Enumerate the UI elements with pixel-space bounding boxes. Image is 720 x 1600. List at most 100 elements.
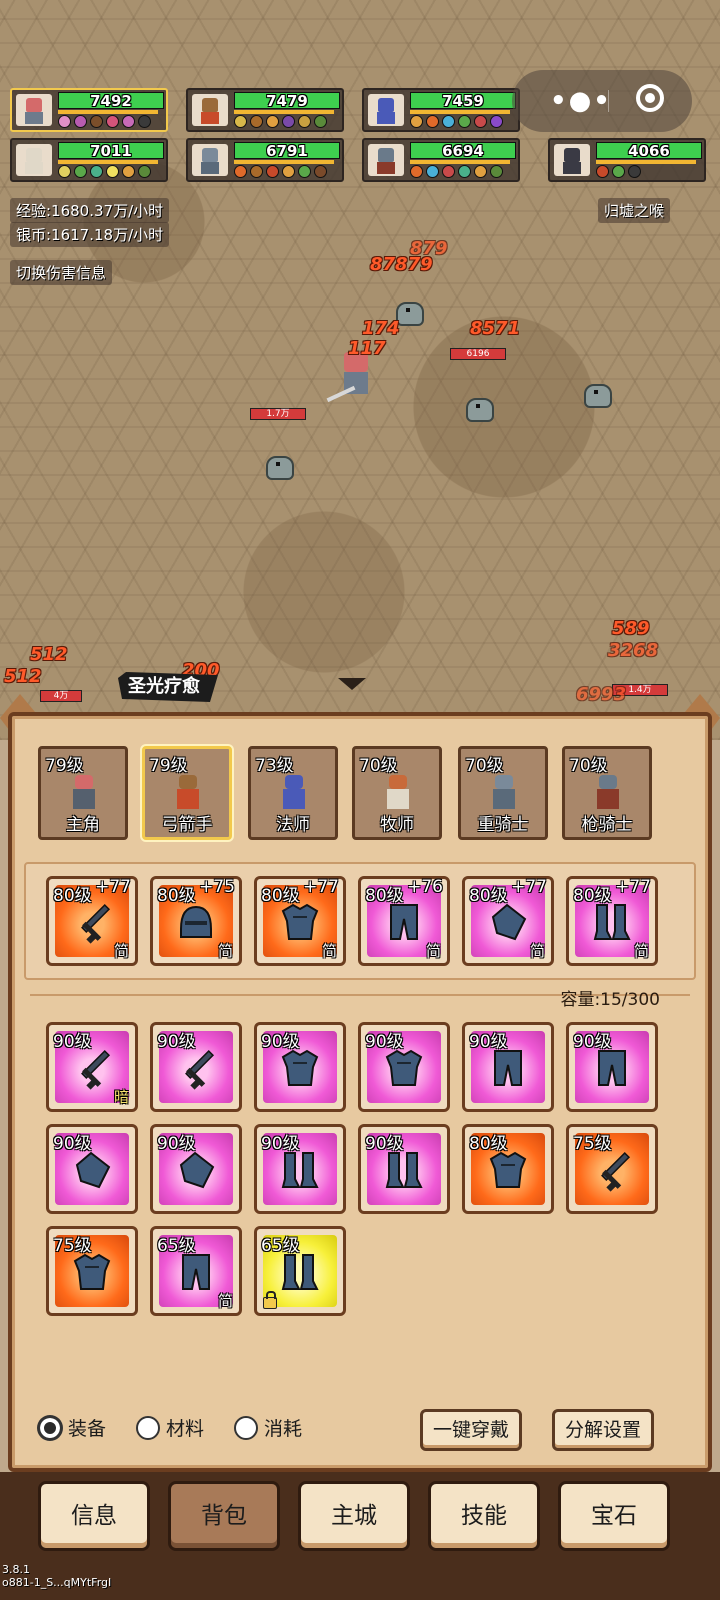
- damage-number: 589: [612, 618, 650, 639]
- item-level: 80级: [469, 1134, 508, 1154]
- target-ring-icon[interactable]: [636, 84, 664, 112]
- monster[interactable]: [462, 392, 498, 424]
- filter-materials[interactable]: 材料: [136, 1414, 204, 1441]
- hp-bar: 7479: [234, 92, 340, 110]
- item-tag: 简: [217, 942, 233, 960]
- hp-value: 7459: [442, 92, 484, 110]
- filter-equipment[interactable]: 装备: [38, 1414, 106, 1441]
- decompose-settings-button[interactable]: 分解设置: [552, 1409, 655, 1451]
- item-slot[interactable]: 80级 +76 简: [358, 876, 450, 966]
- monster[interactable]: [580, 378, 616, 410]
- party-member-4[interactable]: 7011: [10, 138, 168, 182]
- monster[interactable]: [262, 450, 298, 482]
- skill-cast-banner: 圣光疗愈: [118, 672, 218, 702]
- hero-portrait: [368, 144, 404, 176]
- item-slot[interactable]: 90级: [566, 1022, 658, 1112]
- hp-bar: 7011: [58, 142, 164, 160]
- item-tag: 简: [633, 942, 649, 960]
- class-tab-lance-knight[interactable]: 70级 枪骑士: [562, 746, 652, 840]
- item-level: 65级: [157, 1236, 196, 1256]
- item-slot[interactable]: 80级 +77 简: [254, 876, 346, 966]
- hp-bar: 4066: [596, 142, 702, 160]
- radio-button[interactable]: [136, 1415, 160, 1440]
- area-name: 归墟之喉: [598, 198, 671, 223]
- damage-number: 8571: [470, 318, 521, 339]
- silver-rate: 银币:1617.18万/小时: [10, 222, 170, 247]
- enemy-hp-label: 4万: [40, 690, 82, 702]
- item-level: 80级: [157, 886, 196, 906]
- item-level: 90级: [53, 1134, 92, 1154]
- item-slot[interactable]: 90级: [358, 1124, 450, 1214]
- item-slot[interactable]: 90级: [254, 1022, 346, 1112]
- item-slot[interactable]: 75级: [46, 1226, 138, 1316]
- class-name: 弓箭手: [161, 815, 213, 835]
- filter-label: 消耗: [264, 1418, 303, 1440]
- class-name: 法师: [276, 815, 310, 835]
- item-slot[interactable]: 90级: [46, 1124, 138, 1214]
- party-member-1[interactable]: 7492: [10, 88, 168, 132]
- item-tag: 简: [113, 942, 129, 960]
- class-tab-priest[interactable]: 70级 牧师: [352, 746, 442, 840]
- nav-city-button[interactable]: 主城: [298, 1481, 410, 1551]
- item-slot[interactable]: 65级: [254, 1226, 346, 1316]
- nav-skills-button[interactable]: 技能: [428, 1481, 540, 1551]
- hero-portrait: [16, 94, 52, 126]
- party-member-2[interactable]: 7479: [186, 88, 344, 132]
- skill-icons: [58, 165, 151, 179]
- class-tab-mage[interactable]: 73级 法师: [248, 746, 338, 840]
- skill-icons: [410, 115, 503, 129]
- class-level: 70级: [465, 756, 504, 776]
- enhance-level: +77: [615, 877, 651, 897]
- item-slot[interactable]: 90级: [150, 1022, 242, 1112]
- item-level: 90级: [365, 1032, 404, 1052]
- class-name: 牧师: [380, 815, 414, 835]
- radio-button[interactable]: [38, 1415, 62, 1440]
- collapse-panel-arrow-icon[interactable]: [338, 678, 366, 690]
- class-name: 枪骑士: [581, 815, 633, 835]
- class-portrait: [69, 775, 99, 813]
- class-portrait: [489, 775, 519, 813]
- item-slot[interactable]: 90级: [358, 1022, 450, 1112]
- mp-bar: [596, 160, 696, 164]
- filter-consumables[interactable]: 消耗: [234, 1414, 302, 1441]
- party-member-5[interactable]: 6791: [186, 138, 344, 182]
- item-level: 90级: [53, 1032, 92, 1052]
- equip-all-button[interactable]: 一键穿戴: [420, 1409, 523, 1451]
- item-slot[interactable]: 90级: [462, 1022, 554, 1112]
- item-slot[interactable]: 65级简: [150, 1226, 242, 1316]
- nav-gems-button[interactable]: 宝石: [558, 1481, 670, 1551]
- class-tab-archer[interactable]: 79级 弓箭手: [142, 746, 232, 840]
- item-slot[interactable]: 90级暗: [46, 1022, 138, 1112]
- enemy-hp-label: 6196: [450, 348, 506, 360]
- party-member-7[interactable]: 4066: [548, 138, 706, 182]
- item-level: 90级: [157, 1134, 196, 1154]
- miniprogram-capsule: •●•: [512, 70, 692, 132]
- class-tab-heavy-knight[interactable]: 70级 重骑士: [458, 746, 548, 840]
- enhance-level: +75: [199, 877, 235, 897]
- item-slot[interactable]: 80级: [462, 1124, 554, 1214]
- damage-number: 512: [30, 644, 68, 665]
- item-slot[interactable]: 90级: [150, 1124, 242, 1214]
- item-slot[interactable]: 75级: [566, 1124, 658, 1214]
- player-character: [326, 352, 376, 403]
- item-slot[interactable]: 80级 +77 简: [46, 876, 138, 966]
- item-slot[interactable]: 80级 +77 简: [566, 876, 658, 966]
- party-member-3[interactable]: 7459: [362, 88, 520, 132]
- nav-bag-button[interactable]: 背包: [168, 1481, 280, 1551]
- class-tab-protagonist[interactable]: 79级 主角: [38, 746, 128, 840]
- skill-icons: [410, 165, 503, 179]
- item-level: 90级: [469, 1032, 508, 1052]
- item-slot[interactable]: 80级 +75 简: [150, 876, 242, 966]
- item-slot[interactable]: 90级: [254, 1124, 346, 1214]
- damage-number: 174: [362, 318, 400, 339]
- damage-number: 117: [348, 338, 386, 359]
- item-level: 90级: [261, 1134, 300, 1154]
- more-dots-icon[interactable]: •●•: [550, 86, 612, 116]
- item-level: 80级: [365, 886, 404, 906]
- toggle-damage-button[interactable]: 切换伤害信息: [10, 260, 113, 285]
- item-slot[interactable]: 80级 +77 简: [462, 876, 554, 966]
- nav-info-button[interactable]: 信息: [38, 1481, 150, 1551]
- party-member-6[interactable]: 6694: [362, 138, 520, 182]
- radio-button[interactable]: [234, 1415, 258, 1440]
- skill-icons: [234, 165, 327, 179]
